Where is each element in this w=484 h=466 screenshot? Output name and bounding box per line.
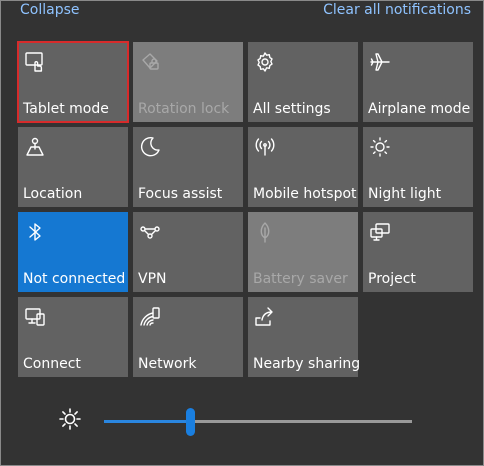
gear-icon <box>253 50 277 74</box>
connect-icon <box>23 305 47 329</box>
brightness-icon <box>58 407 82 431</box>
rotation-lock-icon <box>138 50 162 74</box>
tile-label: All settings <box>253 101 331 117</box>
tile-label: Nearby sharing <box>253 356 361 372</box>
action-center-header: Collapse Clear all notifications <box>0 0 484 30</box>
tile-label: Connect <box>23 356 81 372</box>
tile-tablet-mode[interactable]: Tablet mode <box>17 41 129 123</box>
tile-network[interactable]: Network <box>133 297 243 377</box>
clear-all-notifications-link[interactable]: Clear all notifications <box>323 2 471 18</box>
brightness-slider-thumb[interactable] <box>186 408 196 436</box>
share-icon <box>253 305 277 329</box>
leaf-icon <box>253 220 277 244</box>
location-icon <box>23 135 47 159</box>
brightness-slider-fill <box>104 420 191 423</box>
tile-focus-assist[interactable]: Focus assist <box>133 127 243 207</box>
tile-label: Not connected <box>23 271 126 287</box>
airplane-icon <box>368 50 392 74</box>
tile-mobile-hotspot[interactable]: Mobile hotspot <box>248 127 358 207</box>
tile-label: Location <box>23 186 83 202</box>
tile-vpn[interactable]: VPN <box>133 212 243 292</box>
tile-label: Tablet mode <box>23 101 109 117</box>
tile-label: Rotation lock <box>138 101 230 117</box>
tile-nearby-sharing[interactable]: Nearby sharing <box>248 297 361 377</box>
tile-label: Mobile hotspot <box>253 186 357 202</box>
tile-location[interactable]: Location <box>18 127 128 207</box>
tile-label: Battery saver <box>253 271 348 287</box>
tile-label: Night light <box>368 186 442 202</box>
network-icon <box>138 305 162 329</box>
tile-label: Airplane mode <box>368 101 471 117</box>
hotspot-icon <box>253 135 277 159</box>
tile-label: Project <box>368 271 416 287</box>
tile-all-settings[interactable]: All settings <box>248 42 358 122</box>
tile-airplane-mode[interactable]: Airplane mode <box>363 42 473 122</box>
moon-icon <box>138 135 162 159</box>
tile-label: Focus assist <box>138 186 223 202</box>
project-icon <box>368 220 392 244</box>
tile-project[interactable]: Project <box>363 212 473 292</box>
tile-label: Network <box>138 356 197 372</box>
tile-label: VPN <box>138 271 167 287</box>
tile-battery-saver[interactable]: Battery saver <box>248 212 358 292</box>
tile-night-light[interactable]: Night light <box>363 127 473 207</box>
tile-bluetooth[interactable]: Not connected <box>18 212 128 292</box>
tile-rotation-lock[interactable]: Rotation lock <box>133 42 243 122</box>
tile-connect[interactable]: Connect <box>18 297 128 377</box>
collapse-link[interactable]: Collapse <box>20 2 80 18</box>
vpn-icon <box>138 220 162 244</box>
brightness-control <box>0 395 484 445</box>
bluetooth-icon <box>23 220 47 244</box>
brightness-slider[interactable] <box>104 408 412 436</box>
tablet-mode-icon <box>23 50 47 74</box>
night-light-icon <box>368 135 392 159</box>
